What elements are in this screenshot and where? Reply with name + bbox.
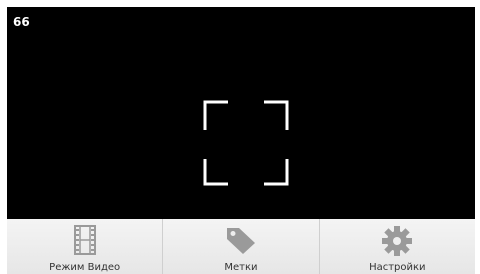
tag-icon xyxy=(226,228,255,254)
tags-button[interactable]: Метки xyxy=(163,219,320,274)
bottom-toolbar: Режим Видео Метки Настройки xyxy=(7,219,475,274)
focus-frame-icon xyxy=(203,100,289,186)
settings-label: Настройки xyxy=(369,262,426,273)
tags-label: Метки xyxy=(224,262,258,273)
video-mode-label: Режим Видео xyxy=(49,262,121,273)
video-mode-button[interactable]: Режим Видео xyxy=(7,219,164,274)
settings-button[interactable]: Настройки xyxy=(320,219,475,274)
camera-viewfinder[interactable]: 66 xyxy=(7,7,475,219)
gear-icon xyxy=(382,226,413,256)
film-icon xyxy=(73,225,96,255)
